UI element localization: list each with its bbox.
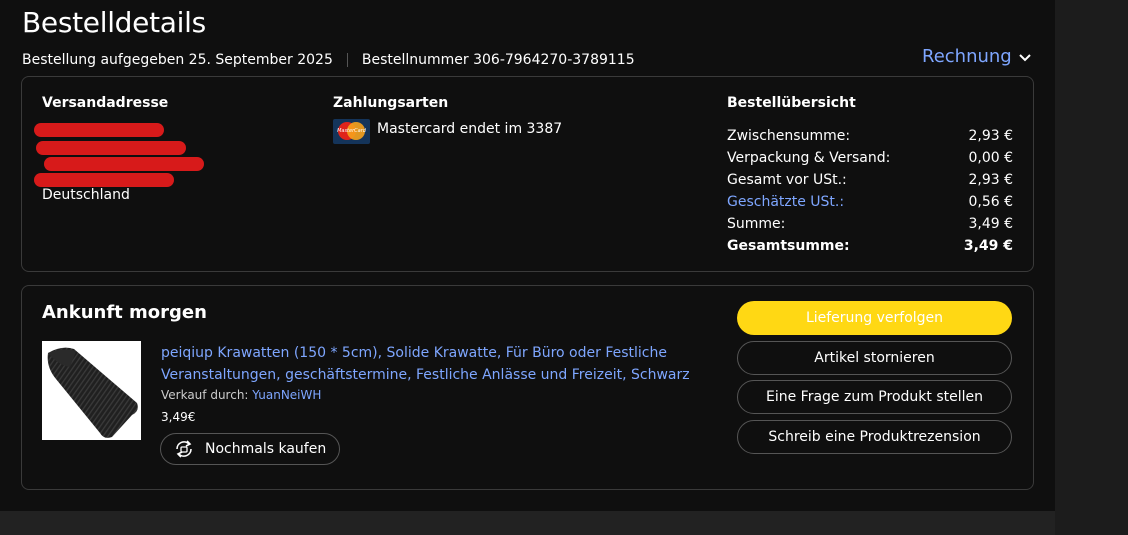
right-background-strip (1055, 0, 1128, 535)
cancel-items-button[interactable]: Artikel stornieren (737, 341, 1012, 375)
shipping-country: Deutschland (42, 187, 130, 203)
shipment-card: Ankunft morgen peiqiup Krawatten (150 * … (21, 285, 1034, 490)
mastercard-icon: MasterCard (333, 119, 370, 144)
product-title-link[interactable]: peiqiup Krawatten (150 * 5cm), Solide Kr… (161, 342, 701, 386)
track-package-button[interactable]: Lieferung verfolgen (737, 301, 1012, 335)
buy-again-button[interactable]: Nochmals kaufen (160, 433, 340, 465)
redaction-mark (44, 157, 204, 171)
write-review-button[interactable]: Schreib eine Produktrezension (737, 420, 1012, 454)
invoice-dropdown[interactable]: Rechnung (922, 46, 1032, 67)
page-title: Bestelldetails (22, 6, 206, 39)
order-summary: Zwischensumme: 2,93 € Verpackung & Versan… (727, 125, 1013, 257)
payment-card-text: Mastercard endet im 3387 (377, 121, 563, 137)
estimated-tax-link[interactable]: Geschätzte USt.: (727, 191, 844, 213)
order-meta: Bestellung aufgegeben 25. September 2025… (22, 52, 635, 68)
redacted-address (34, 119, 204, 189)
order-placed-date: Bestellung aufgegeben 25. September 2025 (22, 52, 333, 68)
summary-row-sum: Summe: 3,49 € (727, 216, 1013, 232)
order-summary-heading: Bestellübersicht (727, 95, 856, 111)
payment-heading: Zahlungsarten (333, 95, 449, 111)
redaction-mark (34, 123, 164, 137)
shipping-address-heading: Versandadresse (42, 95, 169, 111)
arrival-status: Ankunft morgen (42, 302, 207, 323)
bottom-background-strip (0, 511, 1055, 535)
ask-product-question-button[interactable]: Eine Frage zum Produkt stellen (737, 380, 1012, 414)
chevron-down-icon (1019, 53, 1031, 61)
order-info-card: Versandadresse Deutschland Zahlungsarten… (21, 76, 1034, 272)
necktie-image (47, 347, 138, 438)
redaction-mark (36, 141, 186, 155)
sold-by-label: Verkauf durch: (161, 388, 249, 402)
invoice-label: Rechnung (922, 46, 1012, 67)
summary-row-shipping: Verpackung & Versand: 0,00 € (727, 150, 1013, 166)
buy-again-label: Nochmals kaufen (205, 441, 327, 457)
seller-link[interactable]: YuanNeiWH (252, 388, 321, 402)
product-price: 3,49€ (161, 410, 196, 424)
redaction-mark (34, 173, 174, 187)
buy-again-icon (176, 440, 192, 458)
summary-row-tax: Geschätzte USt.: 0,56 € (727, 191, 1013, 213)
summary-row-grand-total: Gesamtsumme: 3,49 € (727, 238, 1013, 254)
order-number: Bestellnummer 306-7964270-3789115 (361, 52, 635, 68)
seller-info: Verkauf durch: YuanNeiWH (161, 388, 321, 402)
summary-row-pretax: Gesamt vor USt.: 2,93 € (727, 172, 1013, 188)
product-image[interactable] (42, 341, 141, 440)
summary-row-subtotal: Zwischensumme: 2,93 € (727, 128, 1013, 144)
meta-divider (346, 53, 348, 67)
